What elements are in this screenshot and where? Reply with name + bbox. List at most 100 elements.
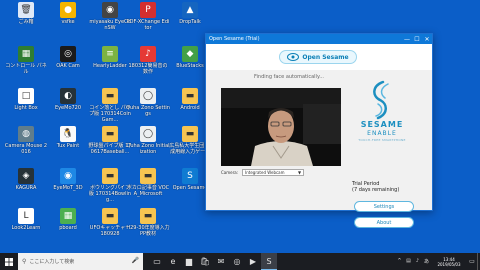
desktop-icon-label: Light Box [14, 105, 38, 111]
maximize-button[interactable]: ☐ [412, 36, 422, 43]
open-sesame-window: Open Sesame (Trial) — ☐ ✕ Open Sesame Fi… [205, 33, 433, 228]
minimize-button[interactable]: — [402, 36, 412, 43]
about-button[interactable]: About [354, 217, 414, 228]
pboard-icon: ▦ [60, 208, 76, 224]
camera-select[interactable]: Integrated Webcam ▼ [242, 169, 305, 176]
desktop-icon[interactable]: P PDF-XChange Editor [126, 2, 170, 38]
clock-date: 2019/05/03 [437, 261, 461, 267]
desktop-icon-label: KAGURA [15, 185, 37, 191]
desktop-icon[interactable]: ◈ KAGURA [4, 168, 48, 204]
desktop-icon-label: EyeMoT_3D [53, 185, 83, 191]
mail-icon[interactable]: ✉ [213, 253, 229, 270]
file-icon: ♪ [140, 46, 156, 62]
desktop-icon-label: Tux Paint [56, 143, 80, 149]
desktop-icon[interactable]: 🐧 Tux Paint [46, 126, 90, 162]
search-icon: ⚲ [22, 258, 27, 265]
desktop-icon[interactable]: 🗑 ごみ箱 [4, 2, 48, 38]
camera-select-value: Integrated Webcam [245, 170, 285, 175]
desktop-icon-label: vsfke [61, 19, 75, 25]
eyemot-icon: ◉ [60, 168, 76, 184]
desktop-icon-label: コントロール パネル [5, 63, 47, 75]
desktop-icon-label: H29-30年度導入力PP教材 [126, 225, 170, 237]
folder-icon: ▬ [182, 88, 198, 104]
settings-button[interactable]: Settings [354, 201, 414, 212]
desktop-icon[interactable]: ▦ コントロール パネル [4, 46, 48, 82]
clock[interactable]: 13:44 2019/05/03 [431, 257, 467, 267]
lightbox-icon: □ [18, 88, 34, 104]
trial-info: Trial Period (7 days remaining) [352, 181, 422, 193]
desktop-icon[interactable]: ♪ 180312簡易音の数作 [126, 46, 170, 82]
tux-icon: 🐧 [60, 126, 76, 142]
window-header: Open Sesame [206, 44, 432, 70]
tray-icons: ^ ▤ ♪ あ [395, 258, 431, 265]
edge-icon[interactable]: e [165, 253, 181, 270]
pdf-icon: P [140, 2, 156, 18]
camera-icon: ◎ [60, 46, 76, 62]
window-title: Open Sesame (Trial) [209, 36, 260, 42]
desktop-icon[interactable]: ◯ Quha Zono Initialization [126, 126, 170, 162]
tray-icon[interactable]: ▤ [404, 258, 413, 265]
sesame-enable-logo-icon [373, 80, 389, 120]
desktop-icon-label: Camera Mouse 2016 [4, 143, 48, 155]
chrome-icon[interactable]: ◎ [229, 253, 245, 270]
window-body: Finding face automatically... Camera: In… [206, 70, 432, 228]
look2learn-icon: L [18, 208, 34, 224]
desktop-icon[interactable]: ◎ OAK Cam [46, 46, 90, 82]
trial-remaining: (7 days remaining) [352, 187, 400, 193]
logo-line2: ENABLE [367, 130, 397, 137]
sesame-logo-icon [287, 53, 300, 61]
folder-icon: ▬ [102, 168, 118, 184]
desktop-icon-label: Quha Zono Settings [126, 105, 170, 117]
media-icon[interactable]: ▶ [245, 253, 261, 270]
eyemo-icon: ◐ [60, 88, 76, 104]
tray-icon[interactable]: あ [422, 258, 431, 265]
desktop-icon[interactable]: ◐ EyeMo720 [46, 88, 90, 124]
app-icon: ● [60, 2, 76, 18]
bluestacks-icon: ◆ [182, 46, 198, 62]
quha-icon: ◯ [140, 88, 156, 104]
desktop-icon-label: Look2Learn [11, 225, 41, 231]
folder-icon: ▬ [102, 126, 118, 142]
store-icon[interactable]: 🛍 [197, 253, 213, 270]
microphone-icon[interactable]: 🎤 [132, 257, 139, 264]
desktop-icon-label: Quha Zono Initialization [126, 143, 170, 155]
desktop-icon[interactable]: ◍ Camera Mouse 2016 [4, 126, 48, 162]
taskbar-search[interactable]: ⚲ ここに入力して検索 🎤 [18, 253, 143, 270]
search-placeholder: ここに入力して検索 [29, 259, 75, 265]
brand-button[interactable]: Open Sesame [279, 50, 357, 64]
desktop-icon[interactable]: ▬ H29-30年度導入力PP教材 [126, 208, 170, 244]
brand-button-label: Open Sesame [302, 53, 349, 61]
status-text: Finding face automatically... [254, 74, 324, 80]
folder-icon: ▬ [102, 208, 118, 224]
open-sesame-taskbar-icon[interactable]: S [261, 253, 277, 270]
desktop-icon-label: ごみ箱 [18, 19, 34, 25]
recycle-bin-icon: 🗑 [18, 2, 34, 18]
taskbar: ⚲ ここに入力して検索 🎤 ▭ e ▆ 🛍 ✉ ◎ ▶ S ^ ▤ ♪ あ 13:44 2019/0… [0, 253, 480, 270]
notification-icon[interactable]: ▭ [467, 253, 477, 270]
kagura-icon: ◈ [18, 168, 34, 184]
desktop-icon[interactable]: ◯ Quha Zono Settings [126, 88, 170, 124]
quha-icon: ◯ [140, 126, 156, 142]
close-button[interactable]: ✕ [422, 36, 432, 43]
desktop-icon[interactable]: ◉ EyeMoT_3D [46, 168, 90, 204]
desktop-icon[interactable]: ● vsfke [46, 2, 90, 38]
task-view-icon[interactable]: ▭ [149, 253, 165, 270]
file-explorer-icon[interactable]: ▆ [181, 253, 197, 270]
tray-icon[interactable]: ^ [395, 258, 404, 265]
eye-icon: ◉ [102, 2, 118, 18]
desktop-icon[interactable]: ▬ ボカロ記事音 VOCA_Microsoft [126, 168, 170, 204]
camera-row: Camera: Integrated Webcam ▼ [221, 168, 341, 177]
folder-icon: ▬ [140, 168, 156, 184]
desktop-icon[interactable]: L Look2Learn [4, 208, 48, 244]
start-button[interactable] [0, 253, 18, 270]
window-titlebar[interactable]: Open Sesame (Trial) — ☐ ✕ [206, 34, 432, 44]
desktop-icon[interactable]: ▦ pboard [46, 208, 90, 244]
sesame-icon: S [182, 168, 198, 184]
camera-label: Camera: [221, 170, 239, 175]
ladder-icon: ≡ [102, 46, 118, 62]
folder-icon: ▬ [140, 208, 156, 224]
tray-icon[interactable]: ♪ [413, 258, 422, 265]
taskbar-apps: ▭ e ▆ 🛍 ✉ ◎ ▶ S [149, 253, 277, 270]
desktop-icon[interactable]: □ Light Box [4, 88, 48, 124]
logo-line1: SESAME [360, 120, 404, 129]
